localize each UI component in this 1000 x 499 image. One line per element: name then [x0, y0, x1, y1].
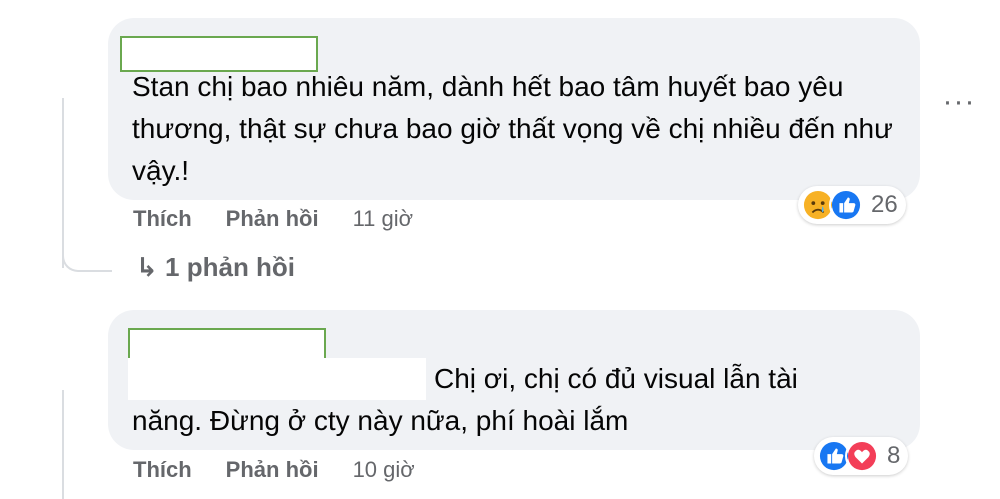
replies-count-label: 1 phản hồi: [165, 252, 296, 282]
comment-bubble: Chị ơi, chị có đủ visual lẫn tài năng. Đ…: [108, 310, 920, 450]
comment-text: Chị ơi, chị có đủ visual lẫn tài năng. Đ…: [132, 358, 912, 442]
view-replies-link[interactable]: ↳ 1 phản hồi: [136, 252, 295, 283]
thread-line: [62, 390, 64, 499]
comment-text-line: năng. Đừng ở cty này nữa, phí hoài lắm: [132, 405, 629, 436]
like-button[interactable]: Thích: [133, 457, 192, 483]
reaction-summary[interactable]: 26: [798, 186, 906, 224]
commenter-name-redacted[interactable]: [128, 328, 326, 362]
comment-bubble: Stan chị bao nhiêu năm, dành hết bao tâm…: [108, 18, 920, 200]
reply-button[interactable]: Phản hồi: [226, 457, 319, 483]
reaction-count: 8: [887, 442, 901, 469]
love-icon: [845, 439, 879, 473]
like-button[interactable]: Thích: [133, 206, 192, 232]
reaction-summary[interactable]: 8: [814, 437, 909, 475]
comment-actions: Thích Phản hồi 10 giờ: [133, 457, 415, 483]
comment-actions: Thích Phản hồi 11 giờ: [133, 206, 413, 232]
reply-arrow-icon: ↳: [136, 252, 158, 282]
comment-text: Stan chị bao nhiêu năm, dành hết bao tâm…: [132, 71, 893, 186]
comment-text-line: Chị ơi, chị có đủ visual lẫn tài: [434, 363, 798, 394]
thread-line-curve: [62, 240, 112, 272]
like-icon: [829, 188, 863, 222]
reply-button[interactable]: Phản hồi: [226, 206, 319, 232]
more-options-button[interactable]: ···: [942, 87, 976, 122]
comment-timestamp[interactable]: 11 giờ: [353, 206, 414, 232]
reaction-count: 26: [871, 191, 898, 218]
comment-timestamp[interactable]: 10 giờ: [353, 457, 415, 483]
